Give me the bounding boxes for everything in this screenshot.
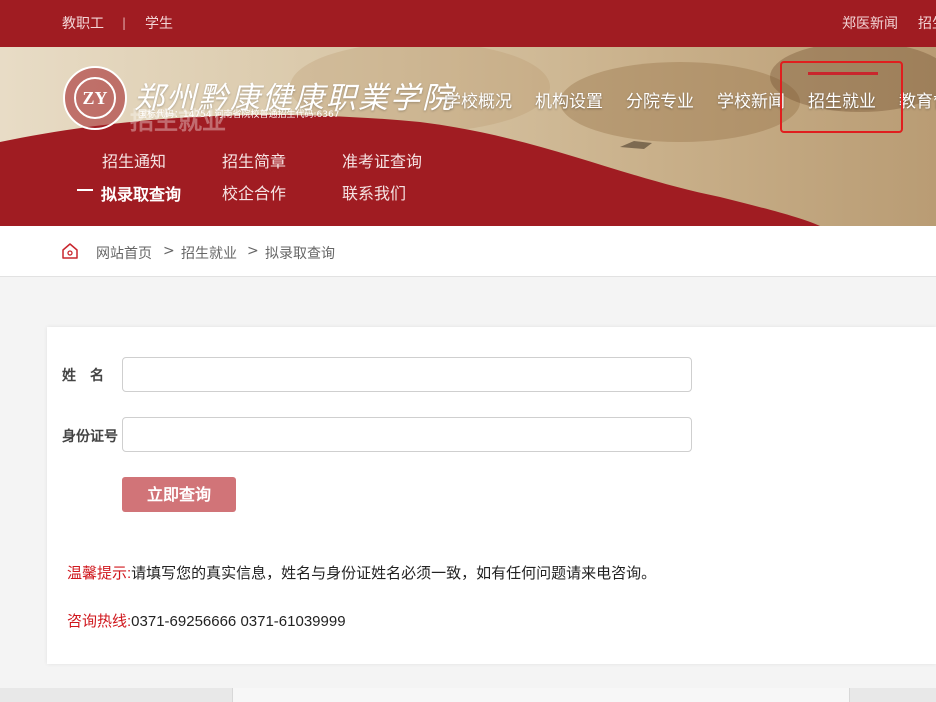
nav-school-overview[interactable]: 学校概况	[444, 87, 512, 112]
breadcrumb-separator: >	[247, 243, 259, 259]
nav-departments[interactable]: 分院专业	[626, 87, 694, 112]
breadcrumb-separator: >	[163, 243, 175, 259]
nav-school-news[interactable]: 学校新闻	[717, 87, 785, 112]
home-icon[interactable]	[61, 242, 79, 260]
query-button[interactable]: 立即查询	[122, 477, 236, 512]
school-logo[interactable]: ZY	[63, 66, 127, 130]
hotline-line: 咨询热线:0371-69256666 0371-61039999	[67, 610, 346, 631]
tip-line: 温馨提示:请填写您的真实信息，姓名与身份证姓名必须一致，如有任何问题请来电咨询。	[67, 562, 656, 583]
footer-panel	[232, 688, 850, 702]
subnav-school-enterprise[interactable]: 校企合作	[222, 180, 286, 204]
nav-organization[interactable]: 机构设置	[535, 87, 603, 112]
breadcrumb-home[interactable]: 网站首页	[96, 243, 152, 263]
footer-peek	[0, 688, 936, 702]
name-input[interactable]	[122, 357, 692, 392]
subnav-contact-us[interactable]: 联系我们	[342, 180, 406, 204]
school-code: 国标代码：14754 河南省院校普通招生代码:6367	[138, 110, 340, 120]
top-utility-bar: 教职工 | 学生 郑医新闻 招生	[0, 0, 936, 47]
highlight-box	[780, 61, 903, 133]
name-label: 姓 名	[62, 368, 104, 384]
breadcrumb-current: 拟录取查询	[265, 246, 335, 262]
breadcrumb-admission[interactable]: 招生就业	[181, 243, 237, 263]
subnav-admission-ticket[interactable]: 准考证查询	[342, 148, 422, 172]
student-link[interactable]: 学生	[145, 15, 173, 33]
breadcrumb: 网站首页 > 招生就业 > 拟录取查询	[0, 226, 936, 277]
staff-link[interactable]: 教职工	[62, 15, 104, 33]
tip-text: 请填写您的真实信息，姓名与身份证姓名必须一致，如有任何问题请来电咨询。	[131, 565, 657, 582]
subnav-admission-notice[interactable]: 招生通知	[102, 148, 166, 172]
subnav-admission-brochure[interactable]: 招生简章	[222, 148, 286, 172]
hotline-label: 咨询热线:	[67, 613, 132, 630]
hotline-numbers: 0371-69256666 0371-61039999	[131, 613, 346, 630]
admission-link[interactable]: 招生	[918, 15, 936, 33]
news-link[interactable]: 郑医新闻	[842, 15, 898, 33]
id-number-input[interactable]	[122, 417, 692, 452]
tip-label: 温馨提示:	[67, 565, 132, 582]
id-number-label: 身份证号	[62, 429, 118, 445]
subnav-admission-query[interactable]: 拟录取查询	[101, 181, 181, 205]
nav-education-supervision[interactable]: 教育督	[899, 87, 936, 112]
current-subnav-marker	[77, 189, 93, 191]
topbar-separator: |	[122, 16, 127, 30]
